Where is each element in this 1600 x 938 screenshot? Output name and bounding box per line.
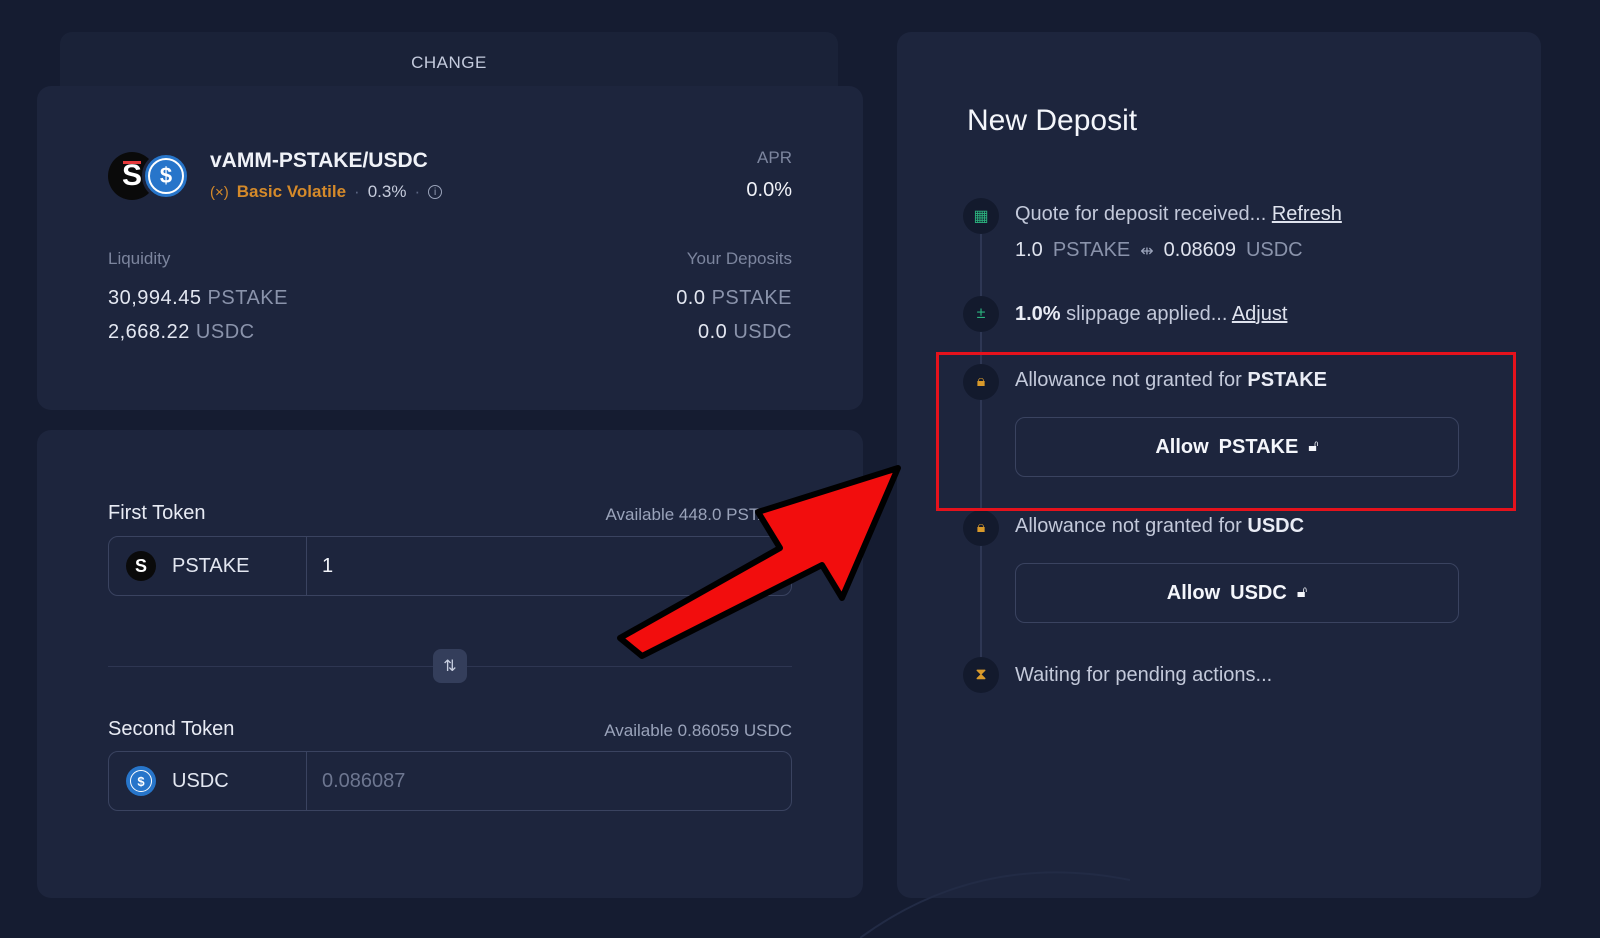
pool-card: S $ vAMM-PSTAKE/USDC (×) Basic Volatile … xyxy=(37,86,863,410)
swap-arrows-icon[interactable]: ⇅ xyxy=(433,649,467,683)
volatile-x-icon: (×) xyxy=(210,183,229,201)
exchange-arrows-icon: ⇹ xyxy=(1140,242,1154,260)
first-token-symbol: PSTAKE xyxy=(172,554,250,577)
pstake-token-icon: S xyxy=(126,551,156,581)
liquidity-pstake: 30,994.45 PSTAKE xyxy=(108,287,288,310)
second-token-available: Available 0.86059 USDC xyxy=(604,721,792,740)
quote-to-amount: 0.08609 xyxy=(1163,239,1236,261)
liquidity-pstake-amount: 30,994.45 xyxy=(108,287,202,309)
separator-dot: · xyxy=(414,182,421,201)
pool-name: vAMM-PSTAKE/USDC xyxy=(210,149,428,172)
second-token-select[interactable]: $ USDC xyxy=(109,752,307,810)
liquidity-label: Liquidity xyxy=(108,249,171,268)
usdc-token-icon: $ xyxy=(126,766,156,796)
allow-usdc-button[interactable]: Allow USDC 🔓︎ xyxy=(1015,563,1459,623)
pool-fee: 0.3% xyxy=(367,182,407,201)
quote-rate: 1.0 PSTAKE ⇹ 0.08609 USDC xyxy=(1015,239,1303,262)
allowance-text: Allowance not granted for xyxy=(1015,515,1242,537)
deposit-pstake-amount: 0.0 xyxy=(676,287,706,309)
change-tab-label: CHANGE xyxy=(411,53,487,72)
adjust-link[interactable]: Adjust xyxy=(1232,303,1288,325)
refresh-link[interactable]: Refresh xyxy=(1272,203,1342,225)
second-token-symbol: USDC xyxy=(172,769,229,792)
slippage-value: 1.0% xyxy=(1015,303,1061,325)
table-icon: ▦ xyxy=(963,198,999,234)
quote-text: Quote for deposit received... xyxy=(1015,203,1267,225)
change-tab[interactable]: CHANGE xyxy=(60,32,838,92)
deposit-usdc-amount: 0.0 xyxy=(697,321,728,343)
quote-step: Quote for deposit received... Refresh xyxy=(1015,203,1342,226)
second-token-label: Second Token xyxy=(108,718,235,740)
allowance-usdc-step: Allowance not granted for USDC xyxy=(1015,515,1304,538)
allowance-usdc-token: USDC xyxy=(1247,515,1305,537)
waiting-step: Waiting for pending actions... xyxy=(1015,664,1273,686)
plus-minus-icon: ± xyxy=(963,296,999,332)
liquidity-usdc-unit: USDC xyxy=(195,321,255,343)
first-token-select[interactable]: S PSTAKE xyxy=(109,537,307,595)
pool-type: Basic Volatile xyxy=(236,182,347,201)
unlock-icon: 🔓︎ xyxy=(1296,584,1308,601)
deposit-title: New Deposit xyxy=(967,104,1138,137)
liquidity-usdc-amount: 2,668.22 xyxy=(108,321,190,343)
liquidity-pstake-unit: PSTAKE xyxy=(207,287,288,309)
deposit-pstake: 0.0 PSTAKE xyxy=(676,287,792,310)
second-token-amount-input[interactable]: 0.086087 xyxy=(307,752,791,810)
deposit-pstake-unit: PSTAKE xyxy=(711,287,792,309)
pool-meta: (×) Basic Volatile · 0.3% · i xyxy=(210,182,443,202)
your-deposits-label: Your Deposits xyxy=(686,249,792,268)
highlight-box xyxy=(936,352,1516,511)
deposit-usdc: 0.0 USDC xyxy=(698,321,792,344)
allow-usdc-token: USDC xyxy=(1230,581,1287,604)
lock-icon: 🔒︎ xyxy=(963,510,999,546)
apr-label: APR xyxy=(757,148,792,167)
annotation-arrow xyxy=(617,465,901,659)
separator-dot: · xyxy=(354,182,360,201)
second-token-row: $ USDC 0.086087 xyxy=(108,751,792,811)
first-token-label: First Token xyxy=(108,502,206,524)
usdc-token-icon: $ xyxy=(142,152,190,200)
hourglass-icon: ⧗ xyxy=(963,657,999,693)
apr-value: 0.0% xyxy=(746,179,792,201)
pool-token-icons: S $ xyxy=(108,152,192,200)
slippage-step: 1.0% slippage applied... Adjust xyxy=(1015,303,1287,326)
liquidity-usdc: 2,668.22 USDC xyxy=(108,321,255,344)
quote-to-unit: USDC xyxy=(1245,239,1303,261)
deposit-usdc-unit: USDC xyxy=(733,321,792,343)
quote-from-unit: PSTAKE xyxy=(1052,239,1131,261)
info-icon[interactable]: i xyxy=(428,185,443,199)
background-arc xyxy=(860,871,1131,938)
slippage-text: slippage applied... xyxy=(1066,303,1228,325)
quote-from-amount: 1.0 xyxy=(1015,239,1043,261)
allow-label: Allow xyxy=(1166,581,1221,604)
